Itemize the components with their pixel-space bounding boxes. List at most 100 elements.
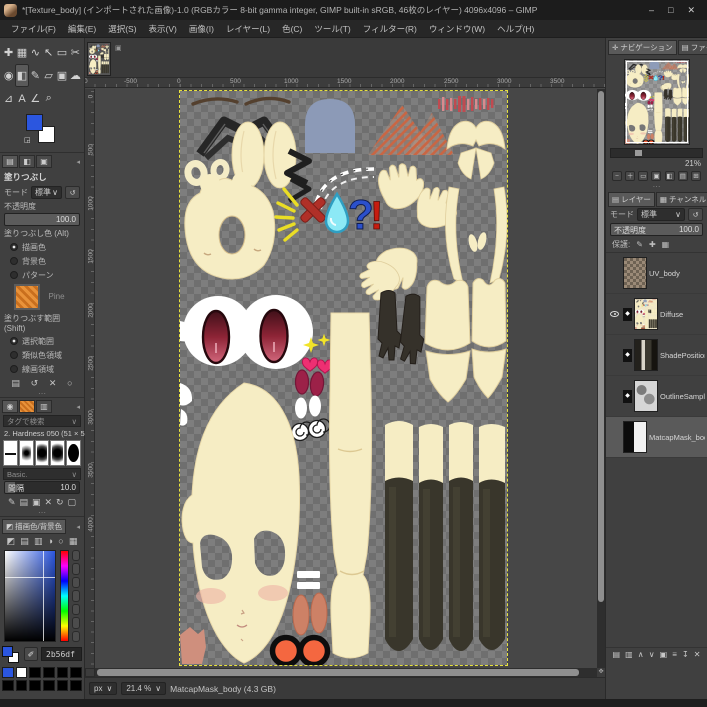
lock-pixels-icon[interactable]: ✎ bbox=[636, 240, 643, 249]
scissors-select-tool-icon[interactable]: ✂ bbox=[69, 41, 82, 64]
new-group-button[interactable]: ▥ bbox=[625, 650, 633, 659]
paintbrush-tool-icon[interactable]: ✎ bbox=[29, 64, 42, 87]
close-button[interactable]: ✕ bbox=[687, 5, 695, 16]
layer-row-outlinesampler[interactable]: ◆ OutlineSampler #1 bbox=[606, 376, 707, 417]
lower-layer-button[interactable]: ∨ bbox=[649, 650, 655, 659]
zoom-in-button[interactable]: ＋ bbox=[625, 171, 636, 181]
foreground-color-swatch[interactable] bbox=[26, 114, 43, 131]
palette-page-icon[interactable]: ▦ bbox=[69, 536, 78, 547]
palette-swatch[interactable] bbox=[43, 667, 55, 678]
refresh-brushes-icon[interactable]: ↻ bbox=[56, 497, 64, 508]
brush-item[interactable] bbox=[3, 440, 18, 466]
zoom-100-button[interactable]: ◧ bbox=[664, 171, 675, 181]
horizontal-ruler[interactable]: -1000-500 0500 10001500 20002500 3000350… bbox=[85, 78, 605, 88]
zoom-select[interactable]: 21.4 % ∨ bbox=[121, 682, 167, 695]
shrink-wrap-button[interactable]: ▤ bbox=[677, 171, 688, 181]
window-fit-button[interactable]: ⊞ bbox=[690, 171, 701, 181]
navigation-preview[interactable] bbox=[623, 59, 690, 145]
gradients-tab-icon[interactable]: ▥ bbox=[36, 400, 52, 413]
palette-swatch[interactable] bbox=[29, 667, 41, 678]
new-brush-icon[interactable]: ▤ bbox=[20, 497, 29, 508]
fg-bg-color-selector[interactable]: ◲ bbox=[24, 114, 64, 150]
channel-buttons[interactable] bbox=[72, 550, 80, 642]
brush-tag-select[interactable]: Basic. ∨ bbox=[3, 468, 81, 480]
duplicate-brush-icon[interactable]: ▣ bbox=[32, 497, 41, 508]
canvas-viewport[interactable]: ? ! bbox=[95, 89, 597, 670]
patterns-tab-icon[interactable] bbox=[19, 400, 35, 413]
raise-layer-button[interactable]: ∧ bbox=[638, 650, 644, 659]
open-brush-icon[interactable]: ▢ bbox=[68, 497, 77, 508]
measure-tool-icon[interactable]: ∠ bbox=[29, 87, 42, 110]
layer-link-badge[interactable]: ◆ bbox=[623, 389, 632, 403]
eraser-tool-icon[interactable]: ▱ bbox=[42, 64, 55, 87]
zoom-fill-button[interactable]: ▣ bbox=[651, 171, 662, 181]
lock-alpha-icon[interactable]: ▦ bbox=[662, 240, 670, 249]
palette-swatch[interactable] bbox=[70, 680, 82, 691]
tab-file-history[interactable]: ▤ファイル履歴 bbox=[677, 40, 707, 55]
delete-layer-button[interactable]: ✕ bbox=[694, 650, 701, 659]
palette-swatch[interactable] bbox=[70, 667, 82, 678]
hex-color-input[interactable]: 2b56df bbox=[41, 647, 82, 661]
pan-view-button[interactable]: ✥ bbox=[597, 668, 605, 677]
layer-row-diffuse[interactable]: ◆ Diffuse bbox=[606, 294, 707, 335]
palette-swatch[interactable] bbox=[2, 667, 14, 678]
palette-swatch[interactable] bbox=[15, 680, 28, 691]
brushes-tab-icon[interactable]: ◉ bbox=[2, 400, 18, 413]
fuzzy-select-tool-icon[interactable]: ↖ bbox=[42, 41, 55, 64]
menu-tools[interactable]: ツール(T) bbox=[309, 21, 355, 37]
color-picker-tool-icon[interactable]: ⊿ bbox=[2, 87, 15, 110]
merge-layer-button[interactable]: ≡ bbox=[672, 650, 677, 659]
menu-layer[interactable]: レイヤー(L) bbox=[221, 21, 275, 37]
brush-item-selected[interactable] bbox=[66, 440, 81, 466]
rectangle-select-tool-icon[interactable]: ▭ bbox=[55, 41, 68, 64]
zoom-fit-button[interactable]: ▭ bbox=[638, 171, 649, 181]
menu-file[interactable]: ファイル(F) bbox=[6, 21, 61, 37]
fill-fg-radio[interactable]: 描画色 bbox=[0, 240, 84, 254]
menu-help[interactable]: ヘルプ(H) bbox=[492, 21, 539, 37]
swap-colors-icon[interactable]: ◲ bbox=[24, 136, 33, 145]
clone-tool-icon[interactable]: ▣ bbox=[55, 64, 68, 87]
vertical-ruler[interactable]: 0 500 1000 1500 2000 2500 3000 3500 4000 bbox=[85, 89, 95, 670]
fill-pattern-radio[interactable]: パターン bbox=[0, 268, 84, 282]
menu-select[interactable]: 選択(S) bbox=[103, 21, 141, 37]
fill-bg-radio[interactable]: 背景色 bbox=[0, 254, 84, 268]
color-picker-icon[interactable]: ✐ bbox=[24, 647, 38, 661]
opacity-slider[interactable]: 100.0 bbox=[4, 213, 80, 226]
cmyk-page-icon[interactable]: ▥ bbox=[34, 536, 43, 547]
palette-swatch[interactable] bbox=[29, 680, 41, 691]
layer-opacity-slider[interactable]: 不透明度 100.0 bbox=[610, 223, 703, 236]
eye-icon[interactable] bbox=[610, 311, 619, 317]
layer-row-matcapmask-body[interactable]: MatcapMask_body bbox=[606, 417, 707, 458]
delete-brush-icon[interactable]: ✕ bbox=[44, 497, 52, 508]
duplicate-layer-button[interactable]: ▣ bbox=[660, 650, 668, 659]
anchor-layer-button[interactable]: ↧ bbox=[682, 650, 689, 659]
brush-tag-filter[interactable]: タグで検索 ∨ bbox=[3, 415, 81, 427]
dock-menu-icon[interactable]: ◂ bbox=[74, 403, 82, 411]
maximize-button[interactable]: □ bbox=[668, 5, 673, 16]
texture-canvas-art[interactable]: ? ! bbox=[179, 90, 508, 668]
lock-position-icon[interactable]: ✚ bbox=[649, 240, 656, 249]
tab-channels[interactable]: ▦ チャンネル bbox=[655, 192, 707, 207]
layer-link-badge[interactable]: ◆ bbox=[623, 348, 632, 362]
tab-menu-icon[interactable]: ▣ bbox=[115, 44, 122, 52]
palette-swatch[interactable] bbox=[15, 667, 28, 678]
bucket-fill-tool-icon[interactable]: ◧ bbox=[15, 64, 29, 87]
rgb-sliders-page-icon[interactable]: ▤ bbox=[20, 536, 29, 547]
text-tool-icon[interactable]: A bbox=[15, 87, 28, 110]
layer-row-uv-body[interactable]: UV_body bbox=[606, 253, 707, 294]
free-select-tool-icon[interactable]: ∿ bbox=[29, 41, 42, 64]
menu-view[interactable]: 表示(V) bbox=[144, 21, 182, 37]
hue-slider[interactable] bbox=[60, 550, 69, 642]
wheel-page-icon[interactable]: ○ bbox=[58, 536, 63, 547]
move-tool-icon[interactable]: ✚ bbox=[2, 41, 15, 64]
gimp-picker-page-icon[interactable]: ◩ bbox=[7, 536, 16, 547]
restore-preset-icon[interactable]: ↺ bbox=[31, 378, 39, 389]
delete-preset-icon[interactable]: ✕ bbox=[49, 378, 57, 389]
palette-swatch[interactable] bbox=[2, 680, 14, 691]
brush-item[interactable] bbox=[50, 440, 66, 466]
layer-row-shadeposition[interactable]: ◆ ShadePosition bbox=[606, 335, 707, 376]
layer-link-badge[interactable]: ◆ bbox=[623, 307, 632, 321]
layer-mode-select[interactable]: 標準 ∨ bbox=[637, 208, 685, 221]
alignment-tool-icon[interactable]: ▦ bbox=[15, 41, 28, 64]
menu-filters[interactable]: フィルター(R) bbox=[358, 21, 422, 37]
